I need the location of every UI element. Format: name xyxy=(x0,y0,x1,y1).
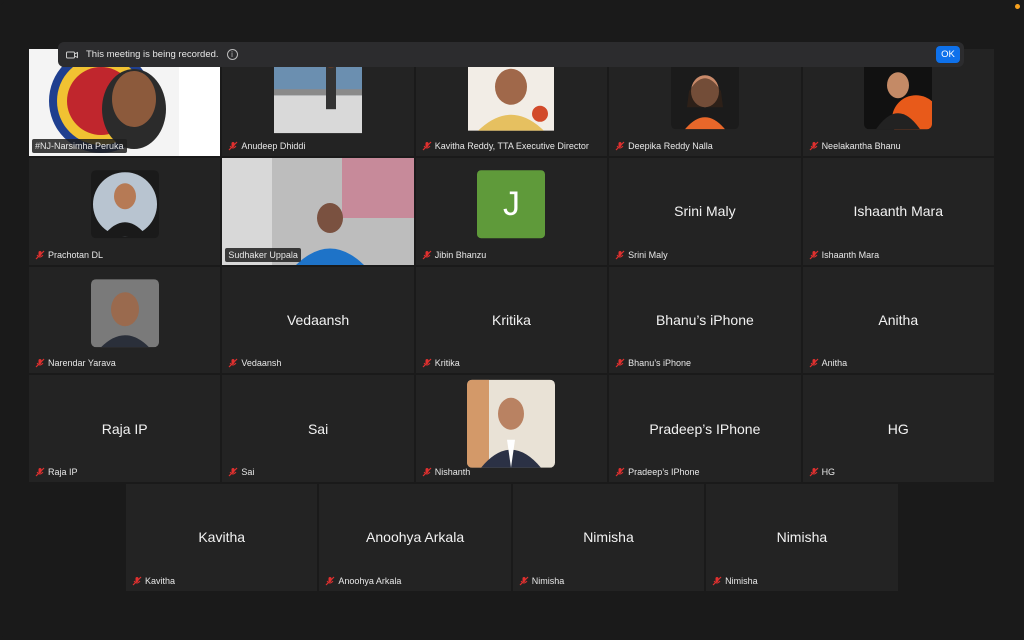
participant-display-name: Kritika xyxy=(492,311,531,328)
participant-photo xyxy=(468,59,555,132)
participant-photo xyxy=(90,170,159,239)
gallery-grid: #NJ-Narsimha Peruka Anudeep Dhiddi Kavit… xyxy=(28,48,995,484)
participant-display-name: Vedaansh xyxy=(286,311,350,328)
participant-name-label: #NJ-Narsimha Peruka xyxy=(32,138,127,153)
participant-name-label: Ishaanth Mara xyxy=(806,248,883,262)
participant-tile[interactable]: Prachotan DL xyxy=(28,156,222,266)
participant-name-label: Kavitha Reddy, TTA Executive Director xyxy=(419,139,592,153)
participant-tile[interactable]: Raja IP Raja IP xyxy=(28,374,222,484)
participant-name-label: Pradeep’s IPhone xyxy=(612,465,702,479)
participant-display-name: Pradeep’s IPhone xyxy=(649,420,761,437)
participant-tile[interactable]: Nimisha Nimisha xyxy=(705,483,899,592)
participant-tile[interactable]: Ishaanth Mara Ishaanth Mara xyxy=(801,156,995,266)
microphone-muted-icon xyxy=(519,576,529,586)
participant-name-label: Anoohya Arkala xyxy=(322,574,404,588)
participant-tile[interactable]: Vedaansh Vedaansh xyxy=(221,265,415,375)
participant-tile[interactable]: J Jibin Bhanzu xyxy=(414,156,609,266)
participant-display-name: Ishaanth Mara xyxy=(853,203,944,220)
participant-photo xyxy=(274,55,363,134)
participant-photo xyxy=(864,61,933,130)
participant-tile[interactable]: Pradeep’s IPhone Pradeep’s IPhone xyxy=(608,374,802,484)
participant-name-label: Neelakantha Bhanu xyxy=(806,139,904,153)
microphone-muted-icon xyxy=(615,250,625,260)
microphone-muted-icon xyxy=(35,358,45,368)
participant-name-label: Kavitha xyxy=(129,574,178,588)
microphone-muted-icon xyxy=(422,467,432,477)
recording-banner-text: This meeting is being recorded. xyxy=(86,49,219,60)
participant-display-name: Anoohya Arkala xyxy=(366,529,465,546)
participant-photo xyxy=(90,279,159,348)
participant-tile[interactable]: Bhanu’s iPhone Bhanu’s iPhone xyxy=(608,265,802,375)
participant-display-name: Bhanu’s iPhone xyxy=(655,311,754,328)
participant-name-label: Nishanth xyxy=(419,465,474,479)
participant-tile[interactable]: Kavitha Kavitha xyxy=(125,483,319,592)
participant-photo xyxy=(467,379,556,468)
participant-tile[interactable]: Anoohya Arkala Anoohya Arkala xyxy=(318,483,512,592)
participant-name-label: HG xyxy=(806,465,839,479)
participant-tile[interactable]: Sai Sai xyxy=(221,374,415,484)
participant-name-label: Sai xyxy=(225,465,257,479)
participant-tile[interactable]: Anitha Anitha xyxy=(801,265,995,375)
microphone-muted-icon xyxy=(615,141,625,151)
participant-tile[interactable]: Nimisha Nimisha xyxy=(511,483,706,592)
participant-name-label: Raja IP xyxy=(32,465,81,479)
participant-name-label: Bhanu’s iPhone xyxy=(612,356,694,370)
participant-tile[interactable]: Sudhaker Uppala xyxy=(221,156,415,266)
recording-icon xyxy=(66,51,78,58)
microphone-muted-icon xyxy=(228,467,238,477)
participant-name-label: Nimisha xyxy=(516,574,568,588)
microphone-muted-icon xyxy=(132,576,142,586)
participant-display-name: Nimisha xyxy=(583,529,634,546)
recording-banner: This meeting is being recorded. i OK xyxy=(58,42,964,67)
participant-display-name: Srini Maly xyxy=(674,203,736,220)
participant-tile[interactable]: HG HG xyxy=(801,374,995,484)
participant-name-label: Vedaansh xyxy=(225,356,284,370)
microphone-muted-icon xyxy=(809,358,818,368)
participant-name-label: Srini Maly xyxy=(612,248,671,262)
participant-tile[interactable]: Srini Maly Srini Maly xyxy=(608,156,802,266)
microphone-muted-icon xyxy=(35,467,45,477)
microphone-muted-icon xyxy=(615,467,625,477)
participant-name-label: Kritika xyxy=(419,356,463,370)
participant-display-name: Anitha xyxy=(878,311,919,328)
avatar: J xyxy=(477,170,546,239)
microphone-muted-icon xyxy=(809,467,818,477)
participant-photo xyxy=(670,61,739,130)
microphone-muted-icon xyxy=(809,250,818,260)
microphone-muted-icon xyxy=(228,358,238,368)
participant-tile[interactable]: Nishanth xyxy=(414,374,609,484)
microphone-muted-icon xyxy=(422,250,432,260)
participant-name-label: Prachotan DL xyxy=(32,248,106,262)
microphone-muted-icon xyxy=(712,576,722,586)
participant-name-label: Deepika Reddy Nalla xyxy=(612,139,716,153)
microphone-muted-icon xyxy=(325,576,335,586)
participant-name-label: Jibin Bhanzu xyxy=(419,248,490,262)
participant-tile[interactable]: Kritika Kritika xyxy=(414,265,609,375)
participant-name-label: Nimisha xyxy=(709,574,761,588)
participant-display-name: Nimisha xyxy=(776,529,828,546)
gallery-grid-last-row: Kavitha Kavitha Anoohya Arkala Anoohya A… xyxy=(125,483,899,592)
participant-name-label: Anitha xyxy=(806,356,851,370)
participant-name-label: Anudeep Dhiddi xyxy=(225,139,308,153)
info-icon[interactable]: i xyxy=(226,49,238,60)
participant-name-label: Sudhaker Uppala xyxy=(225,247,301,262)
participant-display-name: HG xyxy=(887,420,909,437)
zoom-window: #NJ-Narsimha Peruka Anudeep Dhiddi Kavit… xyxy=(0,0,1024,640)
microphone-muted-icon xyxy=(809,141,818,151)
participant-tile[interactable]: Narendar Yarava xyxy=(28,265,222,375)
microphone-muted-icon xyxy=(228,141,238,151)
ok-button[interactable]: OK xyxy=(936,46,960,63)
participant-display-name: Sai xyxy=(307,420,329,437)
microphone-muted-icon xyxy=(422,358,432,368)
participant-display-name: Kavitha xyxy=(198,529,246,546)
microphone-muted-icon xyxy=(35,250,45,260)
participant-name-label: Narendar Yarava xyxy=(32,356,119,370)
window-status-dot xyxy=(1015,4,1020,9)
microphone-muted-icon xyxy=(615,358,625,368)
microphone-muted-icon xyxy=(422,141,432,151)
participant-display-name: Raja IP xyxy=(101,420,148,437)
